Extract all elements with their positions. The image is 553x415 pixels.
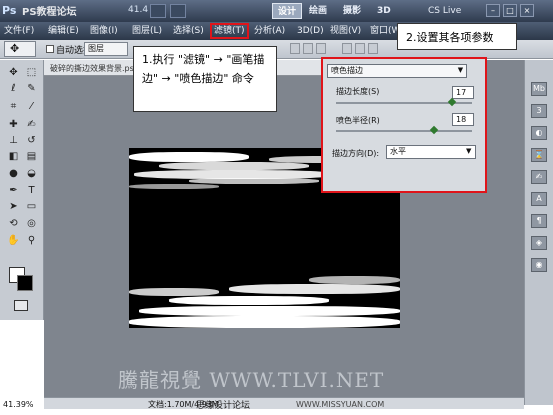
brush-icon[interactable]: ✍ (24, 118, 39, 131)
maximize-button[interactable]: □ (503, 4, 517, 17)
menu-analysis[interactable]: 分析(A) (252, 24, 287, 38)
zoom-level[interactable]: 41.4 (128, 5, 148, 15)
background-color-swatch[interactable] (17, 275, 33, 291)
status-zoom[interactable]: 41.39% (0, 399, 44, 411)
workspace-painting[interactable]: 绘画 (304, 3, 332, 19)
type-icon[interactable]: T (24, 184, 39, 197)
menu-filter[interactable]: 滤镜(T) (210, 23, 249, 39)
crop-icon[interactable]: ⌗ (6, 100, 21, 113)
forum-name: 思缘设计论坛 (196, 401, 251, 411)
spray-radius-slider[interactable] (336, 130, 472, 132)
paragraph-icon[interactable]: ¶ (531, 214, 547, 228)
spray-radius-input[interactable]: 18 (452, 113, 474, 126)
site-watermark: 騰龍視覺 WWW.TLVI.NET (118, 368, 385, 392)
layers-icon[interactable]: ◈ (531, 236, 547, 250)
auto-select-target-select[interactable]: 图层 (84, 42, 128, 56)
status-bar (44, 397, 524, 409)
hand-icon[interactable]: ✋ (6, 234, 21, 247)
menu-3d[interactable]: 3D(D) (295, 24, 326, 38)
blur-icon[interactable]: ● (6, 167, 21, 180)
3d-panel-icon[interactable]: 3 (531, 104, 547, 118)
marquee-icon[interactable]: ⬚ (24, 66, 39, 79)
lasso-icon[interactable]: ℓ (6, 82, 21, 95)
menu-view[interactable]: 视图(V) (328, 24, 363, 38)
close-button[interactable]: × (520, 4, 534, 17)
chevron-down-icon[interactable]: ▼ (466, 147, 471, 155)
gradient-icon[interactable]: ▤ (24, 150, 39, 163)
adjustments-icon[interactable]: ◐ (531, 126, 547, 140)
mini-bridge-icon[interactable]: Mb (531, 82, 547, 96)
filter-select[interactable]: 喷色描边 (327, 64, 467, 78)
3d-orbit-icon[interactable]: ◎ (24, 217, 39, 230)
menu-image[interactable]: 图像(I) (88, 24, 120, 38)
dodge-icon[interactable]: ◒ (24, 167, 39, 180)
forum-watermark: PS教程论坛 (22, 7, 77, 18)
tool-preset-picker[interactable]: ✥ (4, 41, 36, 57)
stroke-length-label: 描边长度(S) (336, 87, 380, 96)
menu-layer[interactable]: 图层(L) (130, 24, 164, 38)
align-top-button[interactable] (290, 43, 300, 54)
quick-select-icon[interactable]: ✎ (24, 82, 39, 95)
cs-live-button[interactable]: CS Live (428, 4, 461, 18)
quick-mask-button[interactable] (14, 300, 28, 311)
chevron-down-icon[interactable]: ▼ (456, 66, 465, 75)
pen-icon[interactable]: ✒ (6, 184, 21, 197)
shape-icon[interactable]: ▭ (24, 200, 39, 213)
spray-radius-label: 喷色半径(R) (336, 116, 380, 125)
menu-file[interactable]: 文件(F) (2, 24, 36, 38)
3d-rotate-icon[interactable]: ⟲ (6, 217, 21, 230)
auto-select-checkbox[interactable] (46, 45, 54, 53)
menu-edit[interactable]: 编辑(E) (46, 24, 81, 38)
distribute-bottom-button[interactable] (368, 43, 378, 54)
character-icon[interactable]: A (531, 192, 547, 206)
heal-icon[interactable]: ✚ (6, 118, 21, 131)
distribute-vcenter-button[interactable] (355, 43, 365, 54)
history-brush-icon[interactable]: ↺ (24, 134, 39, 147)
arrange-documents-button[interactable] (150, 4, 166, 18)
step-1-callout: 1.执行 "滤镜" → "画笔描边" → "喷色描边" 命令 (133, 46, 277, 112)
stroke-direction-label: 描边方向(D): (332, 149, 380, 158)
step-2-callout: 2.设置其各项参数 (397, 23, 517, 50)
zoom-icon[interactable]: ⚲ (24, 234, 39, 247)
stamp-icon[interactable]: ⊥ (6, 134, 21, 147)
brush-panel-icon[interactable]: ✍ (531, 170, 547, 184)
channels-icon[interactable]: ◉ (531, 258, 547, 272)
distribute-top-button[interactable] (342, 43, 352, 54)
eyedropper-icon[interactable]: ⁄ (24, 100, 39, 113)
screen-mode-button[interactable] (170, 4, 186, 18)
forum-url: WWW.MISSYUAN.COM (296, 400, 385, 409)
workspace-3d[interactable]: 3D (372, 3, 396, 19)
workspace-photography[interactable]: 摄影 (338, 3, 366, 19)
workspace-design[interactable]: 设计 (272, 3, 303, 19)
align-bottom-button[interactable] (316, 43, 326, 54)
align-vcenter-button[interactable] (303, 43, 313, 54)
move-icon[interactable]: ✥ (6, 66, 21, 79)
stroke-length-input[interactable]: 17 (452, 86, 474, 99)
menu-select[interactable]: 选择(S) (171, 24, 206, 38)
history-icon[interactable]: ⌛ (531, 148, 547, 162)
path-select-icon[interactable]: ➤ (6, 200, 21, 213)
move-icon: ✥ (10, 42, 20, 55)
eraser-icon[interactable]: ◧ (6, 150, 21, 163)
stroke-direction-select[interactable]: 水平 (386, 145, 476, 159)
minimize-button[interactable]: – (486, 4, 500, 17)
